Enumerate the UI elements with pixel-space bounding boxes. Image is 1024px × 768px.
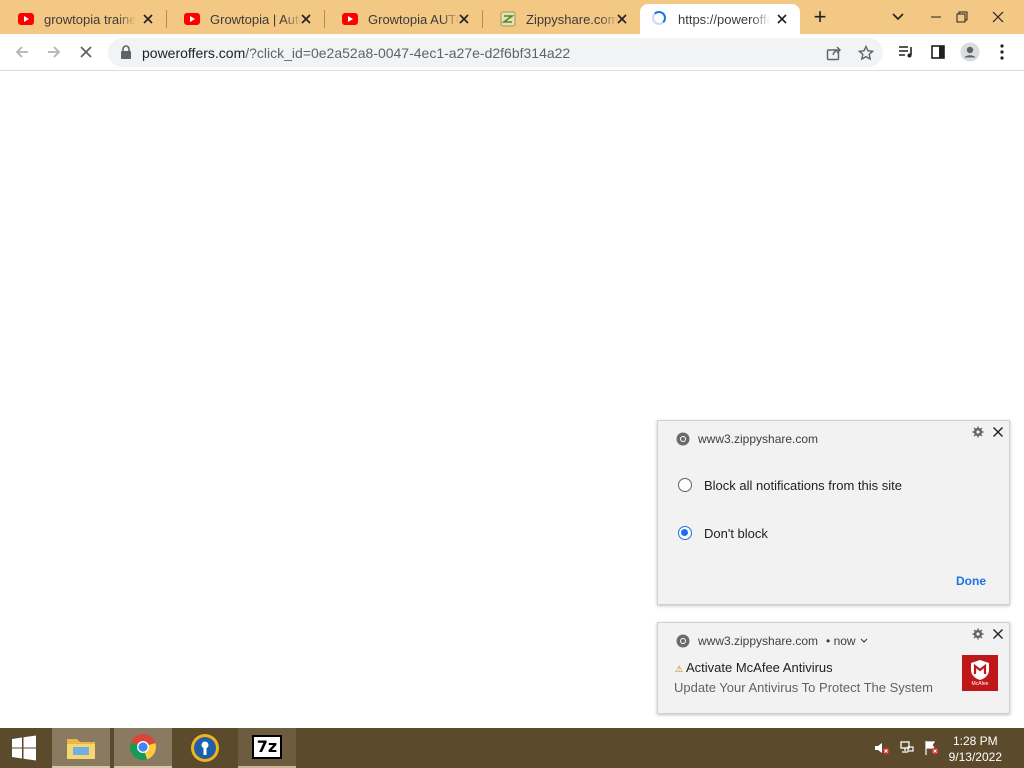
chrome-icon [676, 432, 690, 446]
arrow-left-icon [15, 46, 28, 58]
warning-icon: ⚠ [675, 664, 684, 674]
tab-title: Growtopia AUTO [368, 11, 460, 27]
tab-poweroffers[interactable]: https://poweroffe [640, 4, 800, 34]
youtube-icon [342, 11, 358, 27]
clock-time: 1:28 PM [952, 734, 998, 748]
close-tab-icon[interactable] [614, 11, 630, 27]
password-manager-icon [191, 734, 219, 762]
restore-button[interactable] [946, 0, 978, 34]
new-tab-button[interactable]: + [804, 0, 836, 34]
notification-origin: www3.zippyshare.com • now [676, 634, 868, 648]
browser-toolbar: poweroffers.com/?click_id=0e2a52a8-0047-… [0, 34, 1024, 71]
close-icon[interactable] [992, 628, 1004, 640]
close-window-button[interactable] [982, 0, 1014, 34]
tab-title: growtopia trainer [44, 11, 136, 27]
tab-title: Growtopia | Auto [210, 11, 302, 27]
radio-block-all[interactable] [678, 478, 692, 492]
taskbar-clock[interactable]: 1:28 PM 9/13/2022 [949, 733, 1002, 765]
notification-settings-card: www3.zippyshare.com Block all notificati… [657, 420, 1010, 605]
start-button[interactable] [0, 728, 48, 768]
restore-icon [956, 11, 968, 23]
chrome-icon [676, 634, 690, 648]
close-icon [992, 11, 1004, 23]
kebab-menu-icon [1000, 44, 1004, 60]
close-tab-icon[interactable] [456, 11, 472, 27]
windows-taskbar: 7z 1:28 PM 9/13/2022 [0, 728, 1024, 768]
lock-icon[interactable] [120, 45, 132, 64]
option-dont-block-label[interactable]: Don't block [704, 526, 768, 541]
origin-text: www3.zippyshare.com [698, 634, 819, 648]
chrome-icon [130, 734, 156, 760]
mcafee-logo-image: McAfee [962, 655, 998, 691]
done-button[interactable]: Done [956, 574, 986, 588]
7zip-label: 7z [256, 737, 278, 756]
notification-time: • now [826, 634, 856, 648]
action-center-flag-icon[interactable] [923, 740, 939, 756]
side-panel-icon [931, 45, 945, 59]
close-icon[interactable] [992, 426, 1004, 438]
tab-growtopia-trainer[interactable]: growtopia trainer [0, 4, 166, 34]
media-queue-icon [899, 46, 912, 58]
chrome-menu-button[interactable] [988, 38, 1016, 66]
volume-muted-icon[interactable] [874, 740, 890, 756]
forward-button[interactable] [40, 38, 68, 66]
option-block-all-label[interactable]: Block all notifications from this site [704, 478, 902, 493]
avatar-icon [960, 42, 980, 62]
tab-title: Zippyshare.com - [526, 11, 618, 27]
chevron-down-icon [892, 13, 904, 21]
side-panel-button[interactable] [924, 38, 952, 66]
file-explorer-icon [67, 739, 95, 759]
chevron-down-icon[interactable] [860, 638, 868, 644]
profile-button[interactable] [956, 38, 984, 66]
bookmark-star-icon[interactable] [855, 42, 877, 64]
minimize-icon [931, 16, 941, 18]
origin-text: www3.zippyshare.com [698, 432, 819, 446]
youtube-icon [184, 11, 200, 27]
back-button[interactable] [8, 38, 36, 66]
arrow-right-icon [48, 46, 61, 58]
clock-date: 9/13/2022 [948, 750, 1002, 764]
share-icon[interactable] [823, 42, 845, 64]
stop-x-icon [80, 46, 92, 58]
mcafee-logo-text: McAfee [971, 681, 989, 687]
password-manager-button[interactable] [176, 728, 234, 768]
7zip-icon: 7z [252, 735, 282, 759]
network-disconnected-icon[interactable] [899, 740, 915, 756]
file-explorer-button[interactable] [52, 728, 110, 768]
notification-origin: www3.zippyshare.com [676, 432, 818, 446]
url-domain: poweroffers.com [142, 45, 246, 61]
close-tab-icon[interactable] [774, 11, 790, 27]
tab-zippyshare[interactable]: Zippyshare.com - [482, 4, 640, 34]
address-bar[interactable]: poweroffers.com/?click_id=0e2a52a8-0047-… [108, 38, 883, 67]
notification-body: Update Your Antivirus To Protect The Sys… [674, 680, 933, 695]
close-tab-icon[interactable] [140, 11, 156, 27]
tab-search-button[interactable] [882, 0, 914, 34]
notification-mcafee-card[interactable]: www3.zippyshare.com • now ⚠ Activate McA… [657, 622, 1010, 714]
close-tab-icon[interactable] [298, 11, 314, 27]
notification-title: ⚠ Activate McAfee Antivirus [675, 660, 833, 675]
gear-icon[interactable] [972, 426, 984, 438]
loading-spinner-icon [652, 11, 668, 27]
tab-strip: growtopia trainer Growtopia | Auto Growt… [0, 0, 1024, 34]
youtube-icon [18, 11, 34, 27]
stop-loading-button[interactable] [72, 38, 100, 66]
chrome-taskbar-button[interactable] [114, 728, 172, 768]
url-path: /?click_id=0e2a52a8-0047-4ec1-a27e-d2f6b… [245, 45, 571, 61]
7zip-taskbar-button[interactable]: 7z [238, 728, 296, 768]
plus-icon: + [813, 4, 827, 29]
zippyshare-icon [500, 11, 516, 27]
tab-title: https://poweroffe [678, 11, 770, 27]
radio-dont-block[interactable] [678, 526, 692, 540]
tab-growtopia-auto-2[interactable]: Growtopia AUTO [324, 4, 482, 34]
windows-start-icon [12, 735, 36, 761]
tab-growtopia-auto[interactable]: Growtopia | Auto [166, 4, 324, 34]
gear-icon[interactable] [972, 628, 984, 640]
media-control-button[interactable] [892, 38, 920, 66]
mcafee-shield-icon [971, 660, 989, 680]
notification-title-text: Activate McAfee Antivirus [685, 660, 833, 675]
url-text: poweroffers.com/?click_id=0e2a52a8-0047-… [142, 45, 570, 61]
